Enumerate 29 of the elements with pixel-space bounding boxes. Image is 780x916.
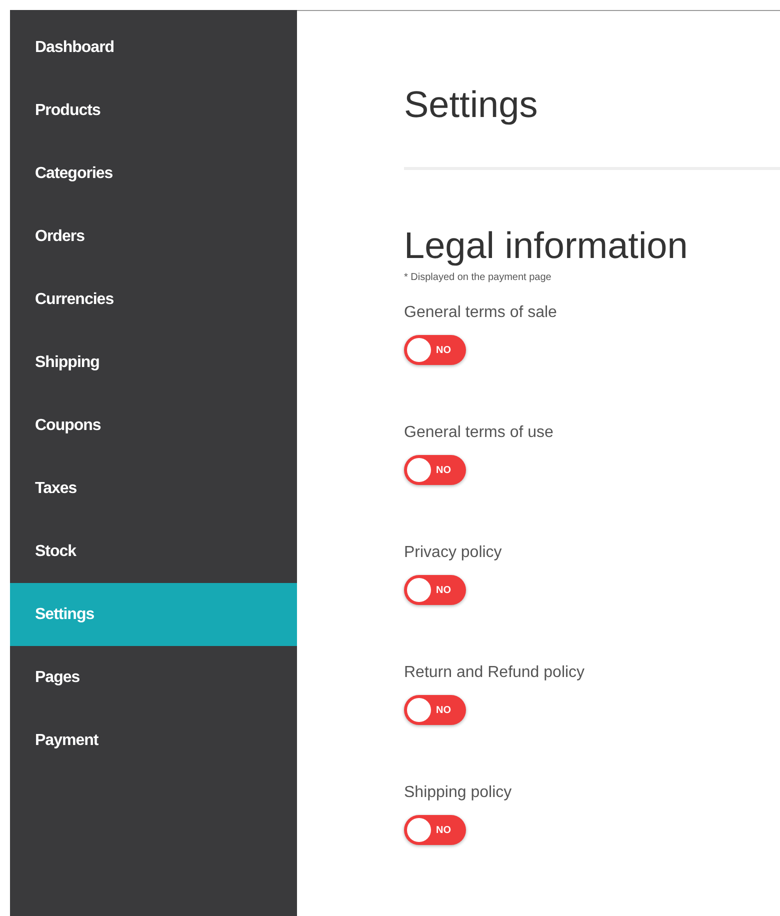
toggle-knob — [407, 698, 431, 722]
sidebar-item[interactable]: Shipping — [10, 331, 297, 394]
toggle-knob — [407, 818, 431, 842]
toggle-knob — [407, 458, 431, 482]
sidebar-item[interactable]: Coupons — [10, 394, 297, 457]
sidebar-item[interactable]: Taxes — [10, 457, 297, 520]
sidebar-item[interactable]: Pages — [10, 646, 297, 709]
toggle-label: General terms of use — [404, 423, 554, 443]
toggle-label: Shipping policy — [404, 783, 512, 803]
toggle-knob — [407, 578, 431, 602]
section-title: Legal information — [404, 224, 688, 268]
sidebar-item[interactable]: Orders — [10, 205, 297, 268]
sidebar-item[interactable]: Dashboard — [10, 16, 297, 79]
toggle-switch[interactable]: NO — [404, 695, 466, 725]
toggle-switch[interactable]: NO — [404, 335, 466, 365]
toggle-knob — [407, 338, 431, 362]
sidebar-item[interactable]: Currencies — [10, 268, 297, 331]
toggle-label: Privacy policy — [404, 543, 502, 563]
sidebar-item[interactable]: Payment — [10, 709, 297, 772]
page-title: Settings — [404, 83, 538, 127]
toggle-switch[interactable]: NO — [404, 455, 466, 485]
sidebar-item[interactable]: Categories — [10, 142, 297, 205]
section-note: * Displayed on the payment page — [404, 271, 552, 285]
toggle-label: General terms of sale — [404, 303, 557, 323]
toggle-switch[interactable]: NO — [404, 815, 466, 845]
toggle-switch[interactable]: NO — [404, 575, 466, 605]
toggle-label: Return and Refund policy — [404, 663, 585, 683]
sidebar-item[interactable]: Products — [10, 79, 297, 142]
sidebar-item[interactable]: Stock — [10, 520, 297, 583]
